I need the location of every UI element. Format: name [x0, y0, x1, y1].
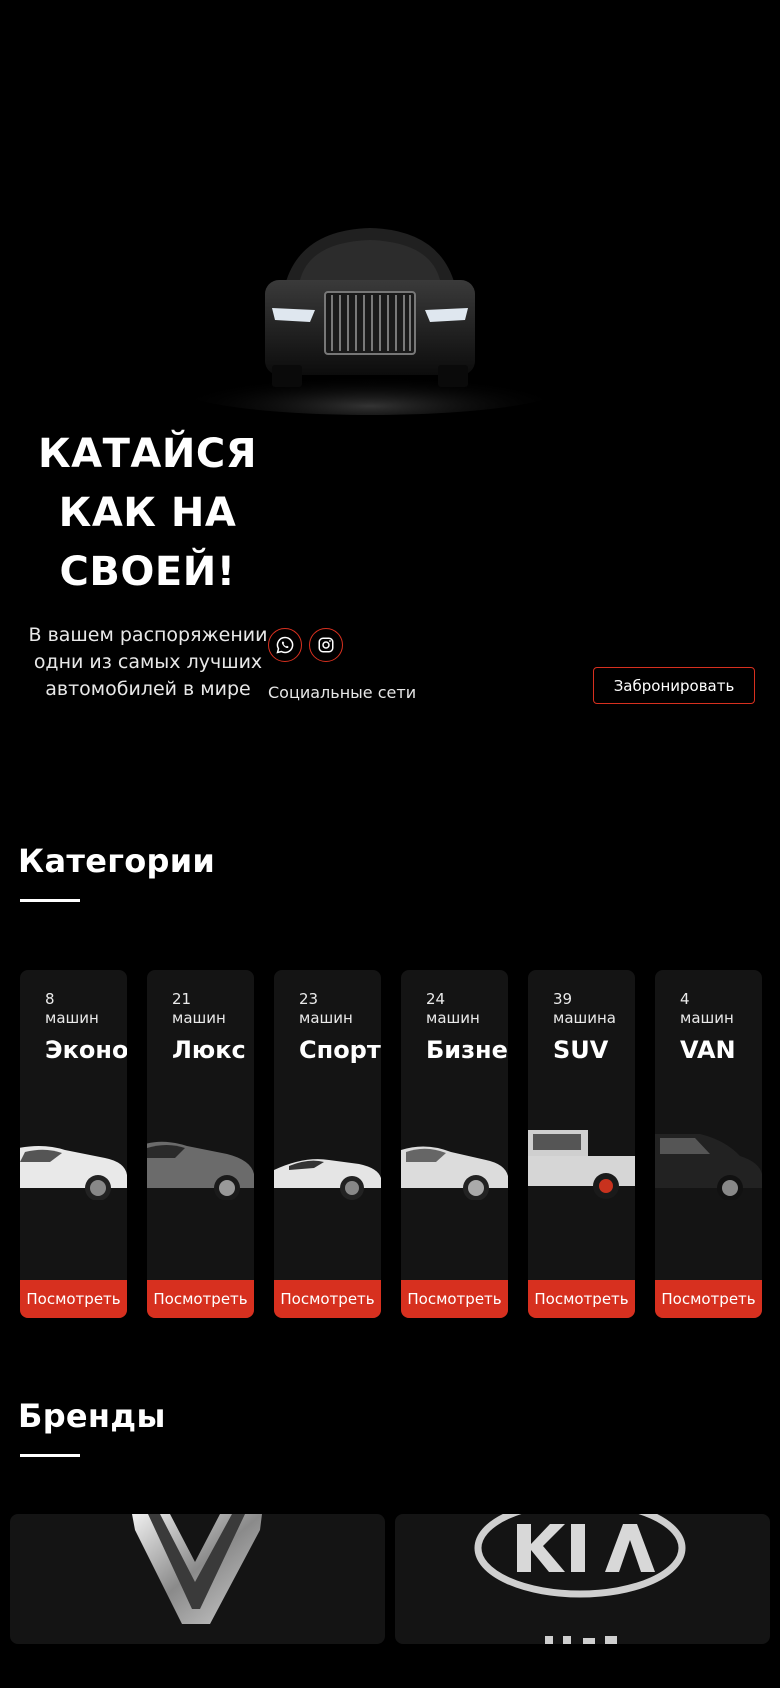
- social-label: Социальные сети: [268, 683, 417, 702]
- card-count: 21 машин: [172, 990, 226, 1027]
- category-card-suv[interactable]: 39 машина SUV Посмотреть: [528, 970, 635, 1318]
- sport-car-image: [274, 1159, 381, 1200]
- view-button[interactable]: Посмотреть: [655, 1280, 762, 1318]
- view-button[interactable]: Посмотреть: [147, 1280, 254, 1318]
- card-name: SUV: [553, 1036, 609, 1064]
- brand-list: [10, 1514, 770, 1644]
- card-count: 4 машин: [680, 990, 734, 1027]
- card-count: 39 машина: [553, 990, 616, 1027]
- card-name: VAN: [680, 1036, 736, 1064]
- brand-card-renault[interactable]: [10, 1514, 385, 1644]
- kia-logo: [474, 1514, 686, 1644]
- hero-title-line: КАК НА: [58, 490, 237, 536]
- suv-car-image: [528, 1130, 635, 1199]
- instagram-button[interactable]: [309, 628, 343, 662]
- business-car-image: [401, 1146, 508, 1200]
- brands-underline: [20, 1454, 80, 1457]
- categories-title: Категории: [18, 842, 216, 880]
- instagram-icon: [318, 637, 334, 653]
- hero-title-line: СВОЕЙ!: [59, 549, 236, 595]
- van-car-image: [655, 1134, 762, 1200]
- card-name: Спорт: [299, 1036, 381, 1064]
- view-button[interactable]: Посмотреть: [528, 1280, 635, 1318]
- hero-subtitle-line: автомобилей в мире: [45, 678, 251, 700]
- view-button[interactable]: Посмотреть: [274, 1280, 381, 1318]
- category-card-luxury[interactable]: 21 машин Люкс Посмотреть: [147, 970, 254, 1318]
- view-button[interactable]: Посмотреть: [401, 1280, 508, 1318]
- card-count: 8 машин: [45, 990, 99, 1027]
- card-name: Люкс: [172, 1036, 246, 1064]
- categories-underline: [20, 899, 80, 902]
- whatsapp-button[interactable]: [268, 628, 302, 662]
- category-card-economy[interactable]: 8 машин Эконом Посмотреть: [20, 970, 127, 1318]
- view-button[interactable]: Посмотреть: [20, 1280, 127, 1318]
- hero-title: КАТАЙСЯ КАК НА СВОЕЙ!: [30, 425, 265, 602]
- whatsapp-icon: [276, 636, 294, 654]
- category-list: 8 машин Эконом Посмотреть 21 машин Люкс …: [20, 970, 762, 1318]
- book-button[interactable]: Забронировать: [593, 667, 755, 704]
- card-name: Эконом: [45, 1036, 127, 1064]
- social-links: [268, 628, 343, 662]
- hero-car-image: [170, 228, 570, 415]
- renault-logo: [132, 1514, 262, 1624]
- category-card-business[interactable]: 24 машин Бизнес Посмотреть: [401, 970, 508, 1318]
- category-card-sport[interactable]: 23 машин Спорт Посмотреть: [274, 970, 381, 1318]
- brand-card-kia[interactable]: [395, 1514, 770, 1644]
- luxury-car-image: [147, 1141, 254, 1200]
- card-count: 24 машин: [426, 990, 480, 1027]
- hero-subtitle-line: одни из самых лучших: [33, 651, 263, 673]
- category-card-van[interactable]: 4 машин VAN Посмотреть: [655, 970, 762, 1318]
- card-name: Бизнес: [426, 1036, 508, 1064]
- card-count: 23 машин: [299, 990, 353, 1027]
- economy-car-image: [20, 1146, 127, 1200]
- hero-title-line: КАТАЙСЯ: [37, 431, 258, 477]
- hero-subtitle: В вашем распоряжении одни из самых лучши…: [28, 622, 268, 703]
- brands-title: Бренды: [18, 1397, 166, 1435]
- hero-subtitle-line: В вашем распоряжении: [28, 624, 268, 646]
